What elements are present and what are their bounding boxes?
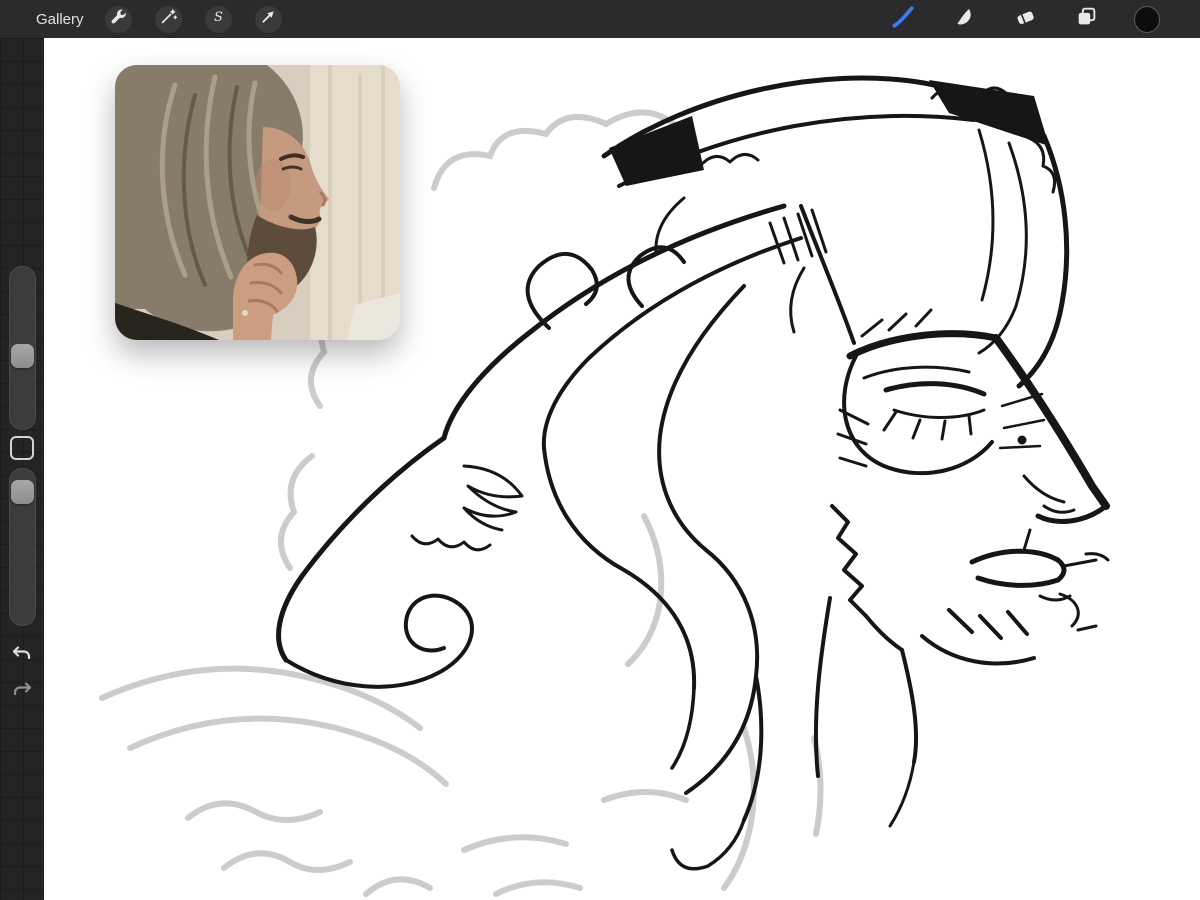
actions-button[interactable]: [104, 5, 132, 33]
workspace-background: [0, 38, 1200, 900]
reference-photo: [115, 65, 400, 340]
procreate-app: Gallery S: [0, 0, 1200, 900]
modify-button[interactable]: [10, 436, 34, 460]
top-toolbar: Gallery S: [0, 0, 1200, 38]
toolbar-left-group: Gallery S: [0, 5, 282, 33]
sidebar-tools: [0, 38, 44, 900]
paintbrush-icon: [891, 5, 915, 34]
redo-button[interactable]: [10, 678, 34, 702]
erase-tool-button[interactable]: [1012, 6, 1038, 32]
drawing-canvas[interactable]: [44, 38, 1200, 900]
color-button[interactable]: [1134, 5, 1160, 33]
opacity-handle[interactable]: [11, 480, 34, 505]
undo-button[interactable]: [10, 642, 34, 666]
paint-tool-button[interactable]: [890, 5, 916, 34]
reference-image[interactable]: [115, 65, 400, 340]
toolbar-right-group: [890, 5, 1200, 34]
smudge-icon: [953, 6, 975, 33]
magic-wand-icon: [160, 8, 177, 30]
redo-icon: [10, 682, 34, 705]
wrench-icon: [110, 8, 127, 30]
undo-icon: [10, 646, 34, 669]
brush-size-handle[interactable]: [11, 344, 34, 369]
eraser-icon: [1014, 5, 1037, 33]
transform-button[interactable]: [254, 5, 282, 33]
adjustments-button[interactable]: [154, 5, 182, 33]
brush-size-slider[interactable]: [9, 266, 36, 430]
selection-s-icon: S: [210, 8, 227, 30]
layers-icon: [1075, 5, 1098, 33]
svg-text:S: S: [214, 10, 223, 25]
opacity-slider[interactable]: [9, 468, 36, 626]
transform-arrow-icon: [260, 8, 277, 30]
smudge-tool-button[interactable]: [951, 6, 977, 32]
layers-button[interactable]: [1073, 6, 1099, 32]
color-swatch: [1134, 5, 1160, 33]
selection-button[interactable]: S: [204, 5, 232, 33]
gallery-button[interactable]: Gallery: [36, 11, 84, 28]
